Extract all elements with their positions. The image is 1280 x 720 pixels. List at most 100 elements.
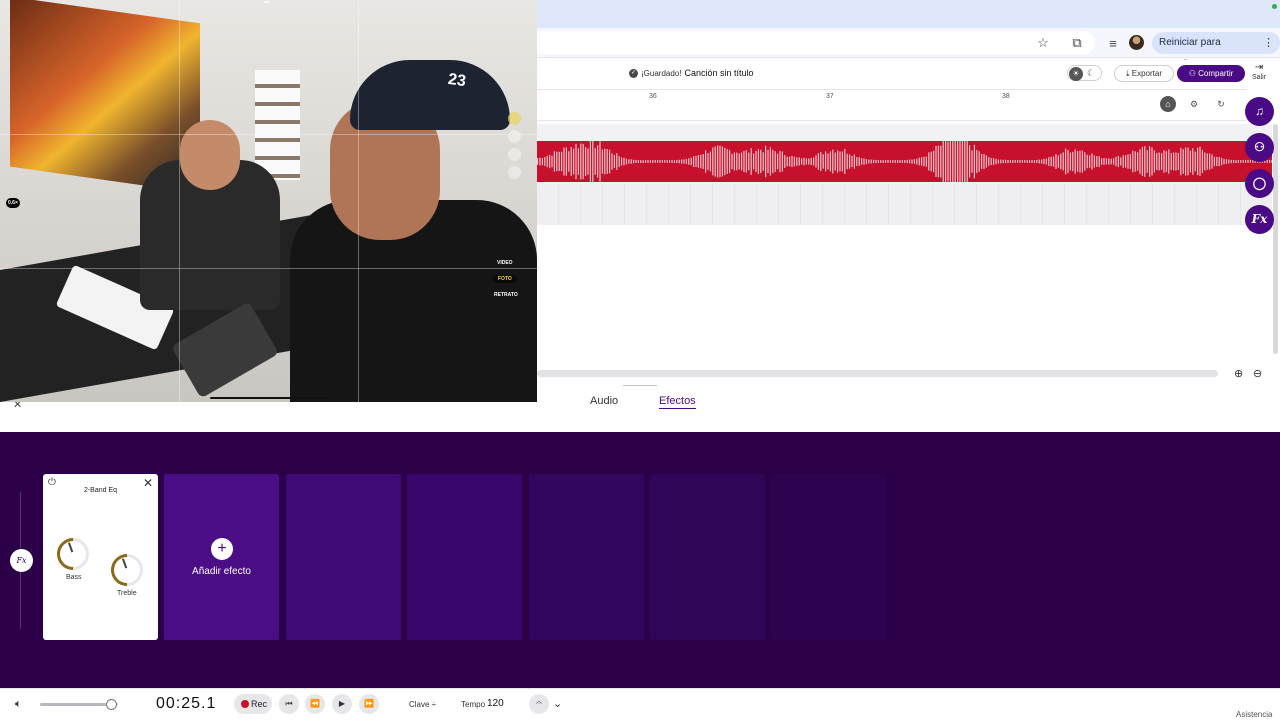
camera-mode-video[interactable]: VIDEO bbox=[497, 260, 513, 266]
waveform-bar bbox=[743, 150, 745, 173]
share-button[interactable]: ⚇ Compartir bbox=[1177, 65, 1245, 82]
fx-button[interactable]: Fx bbox=[1245, 205, 1274, 234]
treble-knob[interactable] bbox=[111, 554, 143, 586]
export-button[interactable]: ⤓ Exportar bbox=[1114, 65, 1174, 82]
waveform-bar bbox=[793, 156, 795, 167]
audio-region[interactable] bbox=[537, 141, 1272, 182]
waveform-bar bbox=[1050, 156, 1052, 167]
waveform-bar bbox=[640, 160, 642, 163]
tab-audio[interactable]: Audio bbox=[590, 395, 618, 407]
waveform-bar bbox=[539, 157, 541, 166]
play-button[interactable]: ▶ bbox=[332, 694, 352, 714]
waveform-bar bbox=[937, 145, 939, 178]
waveform-bar bbox=[772, 149, 774, 174]
waveform-bar bbox=[832, 149, 834, 174]
waveform-bar bbox=[901, 160, 903, 163]
key-label: Clave bbox=[409, 700, 430, 709]
waveform-bar bbox=[894, 160, 896, 163]
timer-icon[interactable] bbox=[508, 148, 521, 161]
waveform-bar bbox=[1197, 147, 1199, 176]
waveform-bar bbox=[1122, 155, 1124, 168]
waveform-bar bbox=[858, 157, 860, 166]
waveform-bar bbox=[786, 156, 788, 167]
camera-mode-photo[interactable]: FOTO bbox=[493, 275, 517, 283]
add-effect-button[interactable]: + bbox=[211, 538, 233, 560]
lens-icon[interactable]: ⧉ bbox=[1068, 34, 1086, 52]
waveform-bar bbox=[1132, 150, 1134, 173]
waveform-bar bbox=[983, 154, 985, 169]
bass-knob[interactable] bbox=[57, 538, 89, 570]
waveform-bar bbox=[834, 152, 836, 171]
waveform-bar bbox=[717, 145, 719, 178]
exit-button[interactable]: ⇥ Salir bbox=[1249, 62, 1269, 86]
waveform-bar bbox=[606, 149, 608, 174]
zoom-in-icon[interactable]: ⊕ bbox=[1234, 367, 1243, 380]
waveform-bar bbox=[887, 160, 889, 163]
star-icon[interactable]: ☆ bbox=[1034, 34, 1052, 52]
song-title[interactable]: Canción sin título bbox=[684, 68, 753, 78]
eq-effect-card: ⏻ ✕ 2-Band Eq Bass Treble bbox=[43, 474, 158, 640]
restart-update-button[interactable]: Reiniciar para actualizar ⋮ bbox=[1152, 32, 1280, 70]
zoom-badge[interactable]: 0.6× bbox=[6, 198, 20, 208]
waveform-bar bbox=[681, 159, 683, 164]
loop-icon[interactable]: ↻ bbox=[1213, 96, 1229, 112]
waveform-bar bbox=[642, 160, 644, 163]
menu-icon[interactable]: ⋮ bbox=[1263, 32, 1274, 54]
waveform-bar bbox=[625, 158, 627, 165]
save-status: ✓ ¡Guardado! Canción sin título bbox=[629, 68, 754, 78]
volume-icon[interactable]: 🔈︎ bbox=[15, 698, 22, 711]
waveform-bar bbox=[877, 160, 879, 163]
waveform-bar bbox=[935, 146, 937, 177]
waveform-bar bbox=[1002, 159, 1004, 164]
switch-camera-icon[interactable] bbox=[508, 166, 521, 179]
playlist-icon[interactable]: ≡ bbox=[1104, 34, 1122, 52]
waveform-bar bbox=[561, 151, 563, 172]
waveform-bar bbox=[1211, 154, 1213, 169]
waveform-bar bbox=[844, 149, 846, 174]
treble-label: Treble bbox=[117, 590, 137, 597]
record-button[interactable]: Rec bbox=[234, 694, 272, 714]
waveform-bar bbox=[613, 155, 615, 168]
volume-thumb[interactable] bbox=[106, 699, 117, 710]
timeline-ruler[interactable] bbox=[537, 89, 1247, 121]
waveform-bar bbox=[1240, 160, 1242, 163]
waveform-bar bbox=[630, 159, 632, 164]
assistance-link[interactable]: Asistencia bbox=[1236, 710, 1272, 719]
empty-track-lane[interactable] bbox=[537, 184, 1272, 225]
waveform-bar bbox=[863, 158, 865, 165]
volume-fill bbox=[40, 703, 107, 706]
waveform-bar bbox=[973, 144, 975, 179]
horizontal-scrollbar[interactable] bbox=[537, 370, 1218, 377]
rewind-button[interactable]: ⏪ bbox=[305, 694, 325, 714]
waveform-bar bbox=[916, 158, 918, 165]
metronome-button[interactable]: 𝄐 bbox=[529, 694, 549, 714]
fx-badge[interactable]: Fx bbox=[10, 549, 33, 572]
key-selector[interactable]: Clave ÷ bbox=[409, 700, 436, 709]
magnet-icon[interactable]: ⌂ bbox=[1160, 96, 1176, 112]
waveform-bar bbox=[1185, 147, 1187, 176]
theme-toggle[interactable]: ☀ ☾ bbox=[1067, 65, 1102, 81]
waveform-bar bbox=[1218, 156, 1220, 167]
waveform bbox=[537, 141, 1272, 182]
avatar[interactable] bbox=[1129, 35, 1144, 50]
bass-label: Bass bbox=[66, 574, 82, 581]
waveform-bar bbox=[856, 157, 858, 166]
flash-icon[interactable] bbox=[508, 112, 521, 125]
vertical-scrollbar[interactable] bbox=[1273, 124, 1278, 354]
tab-effects[interactable]: Efectos bbox=[659, 395, 696, 409]
hdr-icon[interactable] bbox=[508, 130, 521, 143]
music-note-button[interactable]: ♫ bbox=[1245, 97, 1274, 126]
fast-forward-button[interactable]: ⏩ bbox=[359, 694, 379, 714]
waveform-bar bbox=[666, 160, 668, 163]
waveform-bar bbox=[825, 151, 827, 172]
tempo-value[interactable]: 120 bbox=[487, 698, 504, 709]
zoom-out-icon[interactable]: ⊖ bbox=[1253, 367, 1262, 380]
skip-start-button[interactable]: ⏮ bbox=[279, 694, 299, 714]
address-bar[interactable] bbox=[537, 31, 1095, 54]
chat-button[interactable]: ◯ bbox=[1245, 169, 1274, 198]
waveform-bar bbox=[1209, 153, 1211, 170]
settings-icon[interactable]: ⚙ bbox=[1186, 96, 1202, 112]
collaborators-button[interactable]: ⚇ bbox=[1245, 133, 1274, 162]
camera-mode-portrait[interactable]: RETRATO bbox=[494, 292, 518, 298]
chevron-down-icon[interactable]: ⌄ bbox=[553, 697, 562, 710]
